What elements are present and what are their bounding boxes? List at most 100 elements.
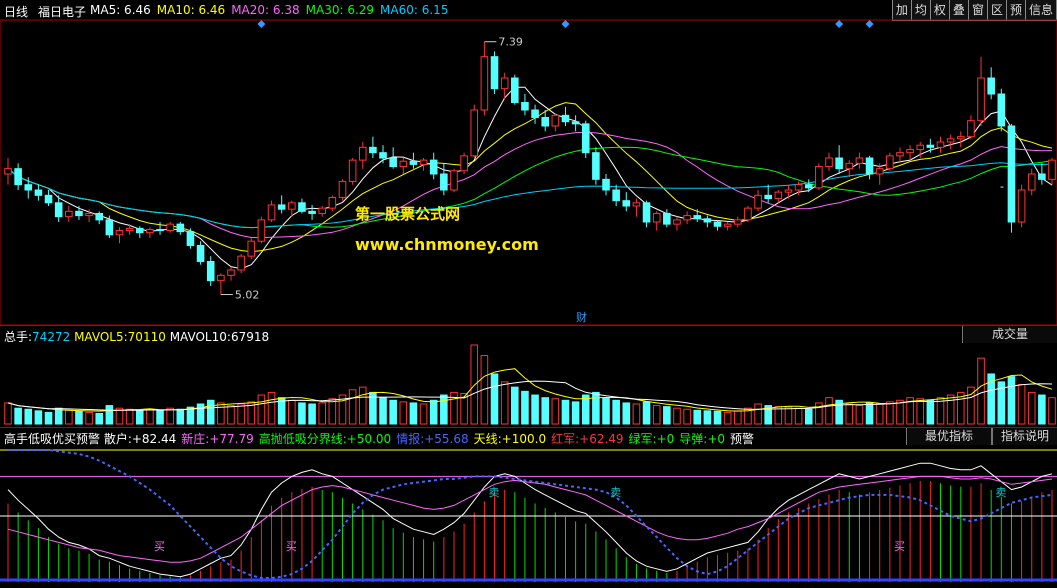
candle-body bbox=[622, 200, 631, 207]
candle-body bbox=[277, 204, 286, 210]
volume-bar bbox=[713, 410, 722, 425]
vol-mavol10-label: MAVOL10: bbox=[169, 330, 231, 344]
sell-signal-label: 卖 bbox=[489, 486, 500, 499]
candle-body bbox=[146, 228, 154, 234]
indicator-legend-item: 导弹:+0 bbox=[679, 432, 726, 446]
candle-body bbox=[642, 202, 651, 223]
candle-body bbox=[673, 219, 681, 225]
indicator-legend: 高手低吸优买预警 散户:+82.44 新庄:+77.79 高抛低吸分界线:+50.0… bbox=[4, 430, 759, 447]
volume-bar bbox=[500, 381, 509, 425]
volume-bar bbox=[490, 373, 499, 425]
tab-best-indicator[interactable]: 最优指标 bbox=[906, 428, 992, 445]
candle-body bbox=[987, 77, 995, 95]
buy-signal-label: 买 bbox=[894, 540, 905, 553]
volume-bar bbox=[14, 407, 22, 425]
candle-body bbox=[875, 168, 884, 175]
candle-body bbox=[521, 102, 529, 111]
volume-bar bbox=[206, 399, 215, 425]
candle-body bbox=[703, 218, 712, 223]
buy-signal-label: 买 bbox=[286, 540, 297, 553]
indicator-legend-item: 红军:+62.49 bbox=[551, 432, 624, 446]
candle-body bbox=[389, 157, 397, 168]
volume-bar bbox=[95, 412, 104, 425]
volume-ma-line bbox=[7, 368, 1053, 412]
candle-body bbox=[1027, 173, 1036, 191]
volume-bar bbox=[125, 408, 134, 425]
candle-body bbox=[1017, 189, 1026, 223]
candle-body bbox=[206, 260, 215, 282]
volume-bar bbox=[1007, 376, 1016, 425]
candle-body bbox=[318, 207, 327, 214]
volume-bar bbox=[571, 401, 580, 425]
dash-marker: - bbox=[1000, 180, 1004, 193]
candle-body bbox=[470, 109, 479, 157]
tab-indicator-help[interactable]: 指标说明 bbox=[992, 428, 1057, 445]
candle-body bbox=[54, 202, 63, 218]
volume-bar bbox=[916, 398, 925, 425]
vol-total-label: 总手: bbox=[4, 330, 33, 344]
candle-body bbox=[176, 223, 185, 233]
buy-signal-label: 买 bbox=[154, 540, 165, 553]
candle-body bbox=[44, 194, 53, 204]
candle-body bbox=[450, 170, 458, 191]
candle-body bbox=[835, 157, 843, 170]
candle-body bbox=[713, 221, 722, 227]
volume-bar bbox=[176, 408, 185, 425]
candle-body bbox=[733, 219, 742, 225]
candle-body bbox=[338, 180, 347, 198]
volume-bar bbox=[156, 409, 164, 425]
indicator-legend-item: 新庄:+77.79 bbox=[181, 432, 254, 446]
candle-body bbox=[399, 160, 408, 168]
volume-bar bbox=[166, 407, 174, 425]
candle-body bbox=[419, 159, 428, 165]
volume-bar bbox=[703, 410, 712, 425]
watermark-line1: 第一股票公式网 bbox=[355, 205, 461, 223]
candle-body bbox=[531, 109, 539, 118]
volume-bar bbox=[693, 409, 702, 425]
candle-body bbox=[936, 141, 945, 148]
candle-body bbox=[460, 155, 468, 172]
indicator-legend-item: 散户:+82.44 bbox=[103, 432, 177, 446]
volume-bar bbox=[977, 357, 985, 425]
indicator-legend-item: 预警 bbox=[730, 432, 755, 446]
candle-body bbox=[804, 184, 813, 189]
candle-body bbox=[926, 144, 935, 148]
diamond-marker bbox=[561, 20, 570, 28]
volume-bar bbox=[308, 403, 316, 425]
candle-body bbox=[602, 178, 610, 191]
tab-volume[interactable]: 成交量 bbox=[962, 326, 1057, 343]
candle-body bbox=[956, 136, 965, 140]
volume-bar bbox=[632, 403, 641, 425]
candle-body bbox=[815, 166, 823, 189]
candle-body bbox=[288, 202, 296, 210]
volume-bar bbox=[318, 402, 327, 425]
kline-chart: 7.39 5.02 财 - 买 买 买 卖 卖 卖 bbox=[0, 19, 1057, 582]
volume-bar bbox=[581, 394, 590, 425]
candle-body bbox=[440, 173, 448, 191]
vol-mavol5-value: 70110 bbox=[127, 330, 166, 344]
candle-body bbox=[977, 77, 985, 122]
indicator-legend-item: 绿军:+0 bbox=[628, 432, 675, 446]
candle-body bbox=[4, 168, 12, 175]
volume-bar bbox=[592, 391, 600, 425]
watermark-line2: www.chnmoney.com bbox=[355, 235, 539, 254]
volume-bar bbox=[612, 399, 620, 425]
candle-body bbox=[581, 123, 590, 154]
volume-bar bbox=[1017, 384, 1026, 425]
volume-bar bbox=[379, 397, 387, 425]
candle-body bbox=[906, 148, 914, 154]
volume-bars bbox=[4, 344, 1056, 425]
indicator-header: 高手低吸优买预警 散户:+82.44 新庄:+77.79 高抛低吸分界线:+50.0… bbox=[0, 427, 1057, 446]
volume-bar bbox=[75, 410, 83, 425]
volume-bar bbox=[298, 402, 306, 425]
volume-bar bbox=[44, 411, 53, 425]
candle-body bbox=[1048, 159, 1056, 180]
candle-body bbox=[794, 184, 803, 191]
candle-body bbox=[845, 162, 854, 170]
vol-mavol10-value: 67918 bbox=[230, 330, 270, 344]
candle-body bbox=[85, 212, 93, 217]
volume-bar bbox=[683, 408, 691, 425]
volume-bar bbox=[865, 402, 874, 425]
candle-body bbox=[774, 191, 783, 200]
low-price-label: 5.02 bbox=[235, 289, 260, 302]
